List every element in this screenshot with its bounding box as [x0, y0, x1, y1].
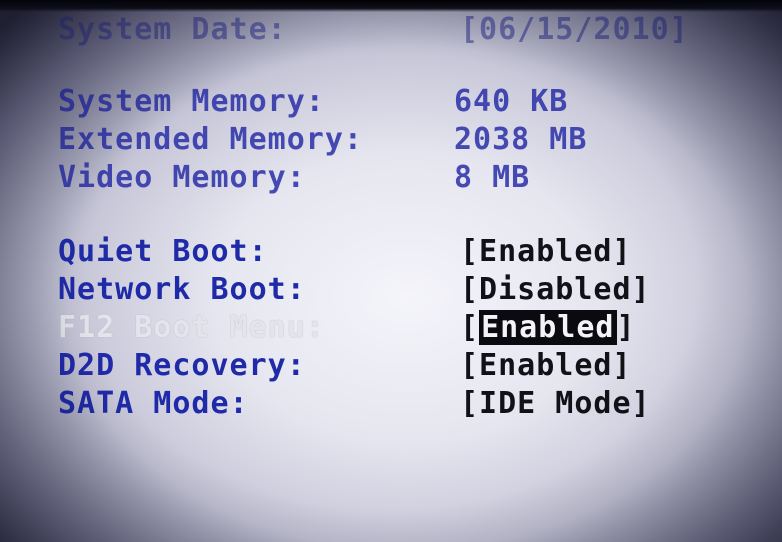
- extended-memory-row: Extended Memory: 2038 MB: [0, 122, 782, 158]
- system-date-row: System Date: [06/15/2010]: [0, 12, 782, 48]
- video-memory-value: 8 MB: [454, 160, 531, 195]
- selected-option-highlight[interactable]: Enabled: [479, 310, 617, 345]
- bios-screen: System Date: [06/15/2010] System Memory:…: [0, 0, 782, 542]
- f12-boot-menu-label: F12 Boot Menu:: [58, 310, 325, 345]
- network-boot-row[interactable]: Network Boot: [Disabled]: [0, 272, 782, 308]
- sata-mode-label: SATA Mode:: [58, 386, 249, 421]
- d2d-recovery-value[interactable]: [Enabled]: [460, 348, 632, 384]
- d2d-recovery-label: D2D Recovery:: [58, 348, 306, 383]
- system-date-value[interactable]: [06/15/2010]: [460, 12, 689, 48]
- bracket-close: ]: [616, 310, 636, 345]
- system-date-label: System Date:: [58, 12, 287, 47]
- screen-vignette: [0, 0, 782, 542]
- sata-mode-value[interactable]: [IDE Mode]: [460, 386, 651, 422]
- monitor-bezel: [0, 0, 782, 12]
- f12-boot-menu-row[interactable]: F12 Boot Menu: [Enabled]: [0, 310, 782, 346]
- system-memory-row: System Memory: 640 KB: [0, 84, 782, 120]
- network-boot-label: Network Boot:: [58, 272, 306, 307]
- quiet-boot-row[interactable]: Quiet Boot: [Enabled]: [0, 234, 782, 270]
- d2d-recovery-row[interactable]: D2D Recovery: [Enabled]: [0, 348, 782, 384]
- network-boot-value[interactable]: [Disabled]: [460, 272, 651, 308]
- extended-memory-value: 2038 MB: [454, 122, 588, 157]
- video-memory-label: Video Memory:: [58, 160, 306, 195]
- video-memory-row: Video Memory: 8 MB: [0, 160, 782, 196]
- system-memory-value: 640 KB: [454, 84, 569, 119]
- quiet-boot-value[interactable]: [Enabled]: [460, 234, 632, 270]
- system-memory-label: System Memory:: [58, 84, 325, 119]
- bracket-open: [: [460, 310, 480, 345]
- sata-mode-row[interactable]: SATA Mode: [IDE Mode]: [0, 386, 782, 422]
- quiet-boot-label: Quiet Boot:: [58, 234, 268, 269]
- f12-boot-menu-value[interactable]: [Enabled]: [460, 310, 636, 346]
- extended-memory-label: Extended Memory:: [58, 122, 363, 157]
